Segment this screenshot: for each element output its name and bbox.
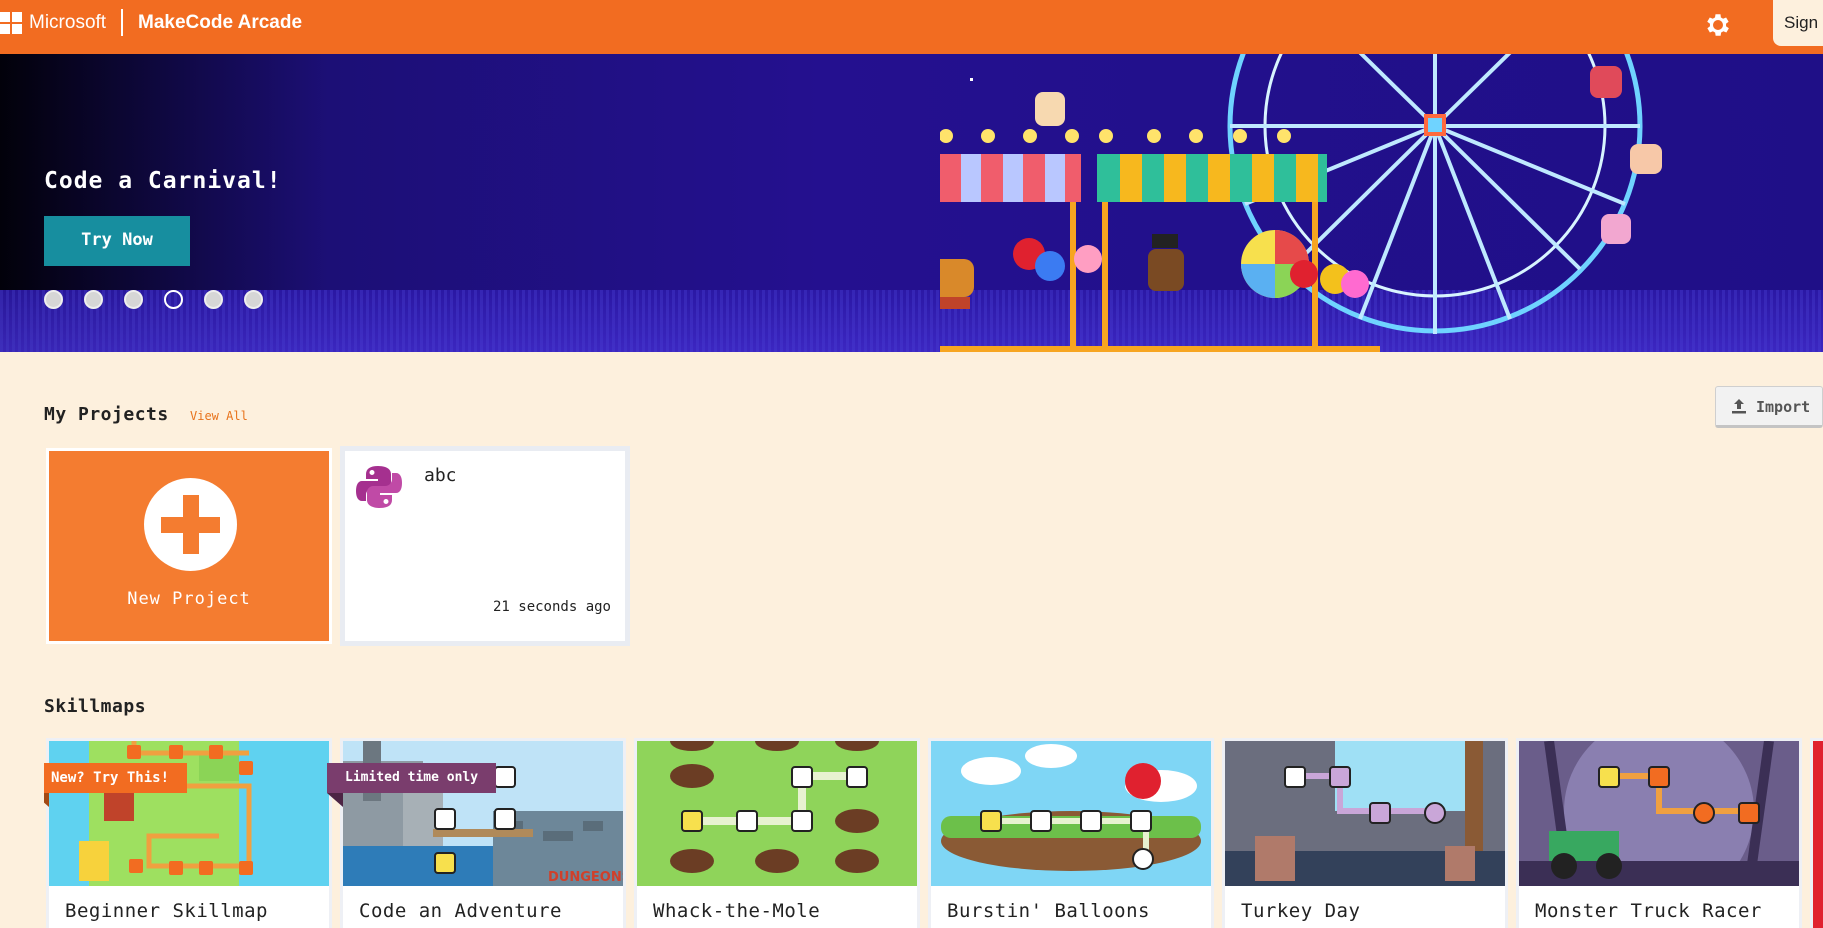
hero-title: Code a Carnival! bbox=[44, 168, 282, 194]
brand-divider bbox=[121, 9, 123, 36]
skillmap-thumbnail bbox=[931, 741, 1211, 886]
carousel-dot-active[interactable] bbox=[164, 290, 183, 309]
skillmap-card-burstin-balloons[interactable]: Burstin' Balloons bbox=[928, 738, 1214, 928]
top-bar: Microsoft MakeCode Arcade Sign I bbox=[0, 0, 1823, 54]
skillmap-card-whack-the-mole[interactable]: Whack-the-Mole bbox=[634, 738, 920, 928]
carousel-dot[interactable] bbox=[244, 290, 263, 309]
try-now-button[interactable]: Try Now bbox=[44, 216, 190, 266]
microsoft-logo-icon bbox=[0, 12, 22, 34]
gear-icon[interactable] bbox=[1703, 10, 1733, 40]
limited-time-badge: Limited time only bbox=[327, 763, 497, 793]
new-badge: New? Try This! bbox=[44, 763, 188, 793]
microsoft-brand[interactable]: Microsoft bbox=[29, 12, 106, 34]
sign-in-button[interactable]: Sign I bbox=[1773, 0, 1823, 46]
skillmap-title: Monster Truck Racer bbox=[1535, 900, 1762, 922]
skillmap-title: Burstin' Balloons bbox=[947, 900, 1150, 922]
python-icon bbox=[356, 466, 402, 508]
upload-icon bbox=[1732, 399, 1746, 414]
skillmap-card-monster-truck-racer[interactable]: Monster Truck Racer bbox=[1516, 738, 1802, 928]
carousel-dot[interactable] bbox=[204, 290, 223, 309]
skillmap-title: Code an Adventure bbox=[359, 900, 562, 922]
skillmap-title: Beginner Skillmap bbox=[65, 900, 268, 922]
project-name: abc bbox=[424, 465, 457, 486]
carousel-dots bbox=[44, 290, 263, 309]
skillmap-thumbnail bbox=[1519, 741, 1799, 886]
carousel-dot[interactable] bbox=[84, 290, 103, 309]
new-project-card[interactable]: New Project bbox=[46, 448, 332, 644]
my-projects-title: My Projects bbox=[44, 404, 169, 425]
import-label: Import bbox=[1756, 398, 1811, 416]
skillmap-card-turkey-day[interactable]: Turkey Day bbox=[1222, 738, 1508, 928]
carnival-illustration bbox=[940, 54, 1662, 352]
skillmap-thumbnail bbox=[1225, 741, 1505, 886]
view-all-link[interactable]: View All bbox=[190, 409, 248, 423]
project-card[interactable]: abc 21 seconds ago bbox=[340, 446, 630, 646]
skillmap-title: Whack-the-Mole bbox=[653, 900, 821, 922]
svg-text:DUNGEONS: DUNGEONS bbox=[548, 870, 623, 885]
skillmap-card-adventure[interactable]: DUNGEONS Code an Adventure Limited time … bbox=[327, 738, 626, 928]
plus-icon bbox=[144, 478, 237, 571]
skillmaps-carousel: Beginner Skillmap New? Try This! DUNGEON… bbox=[44, 738, 1823, 928]
skillmap-title: Turkey Day bbox=[1241, 900, 1361, 922]
skillmap-card-partial[interactable] bbox=[1810, 738, 1823, 928]
hero-banner: Code a Carnival! Try Now bbox=[0, 54, 1823, 352]
new-project-label: New Project bbox=[127, 589, 251, 609]
import-button[interactable]: Import bbox=[1715, 386, 1823, 428]
carousel-dot[interactable] bbox=[124, 290, 143, 309]
skillmap-thumbnail bbox=[637, 741, 917, 886]
app-title[interactable]: MakeCode Arcade bbox=[138, 12, 302, 34]
skillmap-card-beginner[interactable]: Beginner Skillmap New? Try This! bbox=[44, 738, 332, 928]
carousel-dot[interactable] bbox=[44, 290, 63, 309]
project-timestamp: 21 seconds ago bbox=[492, 599, 611, 615]
skillmaps-title: Skillmaps bbox=[44, 696, 147, 717]
